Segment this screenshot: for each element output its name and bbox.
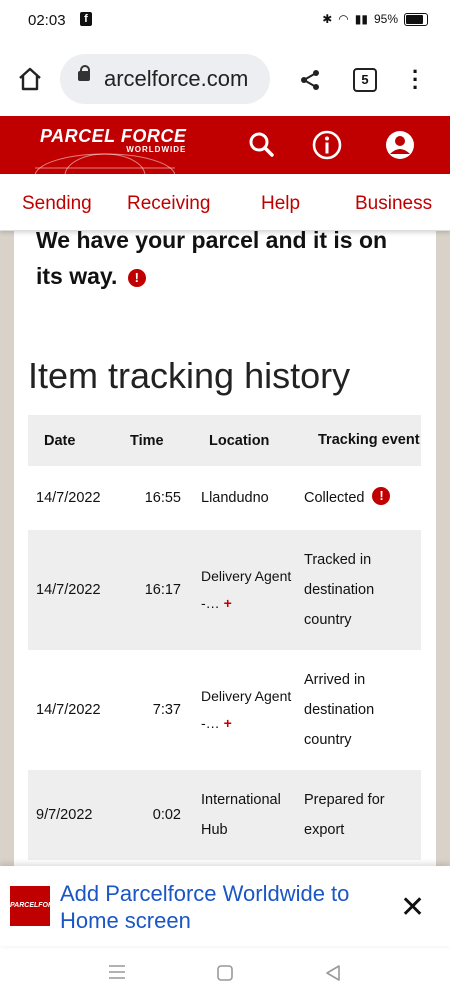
- address-bar[interactable]: arcelforce.com: [60, 54, 270, 104]
- add-to-home-banner[interactable]: PARCELFORCE Add Parcelforce Worldwide to…: [0, 866, 450, 946]
- signal-icon: ▮▮: [354, 12, 368, 26]
- main-nav: Sending Receiving Help Business: [0, 174, 450, 231]
- table-row: 9/7/2022 0:02 International Hub Prepared…: [28, 770, 421, 860]
- bluetooth-icon: ✱: [322, 12, 333, 26]
- warning-icon[interactable]: !: [372, 487, 391, 505]
- browser-toolbar: arcelforce.com 5 · · ·: [0, 44, 450, 116]
- facebook-notification-icon: f: [80, 12, 92, 26]
- battery-icon: [404, 12, 428, 26]
- recents-icon[interactable]: [108, 964, 126, 980]
- lock-icon: [78, 65, 90, 81]
- col-date: Date: [28, 415, 116, 466]
- system-nav-bar: [0, 946, 450, 1000]
- expand-location-icon[interactable]: +: [224, 595, 232, 611]
- parcelforce-logo[interactable]: PARCEL FORCE WORLDWIDE: [40, 126, 186, 154]
- search-icon[interactable]: [245, 128, 279, 162]
- parcelforce-app-icon: PARCELFORCE: [10, 886, 63, 926]
- col-location: Location: [191, 415, 304, 466]
- table-row: 14/7/2022 16:55 Llandudno Collected !: [28, 466, 421, 530]
- home-nav-icon[interactable]: [216, 964, 234, 982]
- share-icon[interactable]: [298, 68, 322, 92]
- tracking-card: We have your parcel and it is on its way…: [14, 230, 436, 870]
- close-icon[interactable]: ✕: [400, 890, 425, 925]
- expand-location-icon[interactable]: +: [224, 715, 232, 731]
- tracking-table: Date Time Location Tracking event 14/7/2…: [28, 415, 421, 860]
- col-time: Time: [116, 415, 191, 466]
- tracking-history-title: Item tracking history: [28, 355, 351, 396]
- status-bar: 02:03 f ✱ ◠ ▮▮ 95%: [0, 0, 450, 44]
- overflow-menu-icon[interactable]: · · ·: [412, 61, 419, 99]
- add-to-home-text[interactable]: Add Parcelforce Worldwide to Home screen: [60, 880, 380, 934]
- status-icons: ✱ ◠ ▮▮ 95%: [322, 12, 428, 26]
- status-message: We have your parcel and it is on its way…: [36, 230, 388, 289]
- back-icon[interactable]: [324, 964, 342, 982]
- info-icon[interactable]: [310, 128, 344, 162]
- site-header: PARCEL FORCE WORLDWIDE: [0, 116, 450, 174]
- table-header: Date Time Location Tracking event: [28, 415, 421, 466]
- nav-business[interactable]: Business: [355, 193, 432, 215]
- warning-icon[interactable]: !: [127, 269, 146, 287]
- nav-help[interactable]: Help: [261, 193, 300, 215]
- table-row: 14/7/2022 7:37 Delivery Agent -… + Arriv…: [28, 650, 421, 770]
- col-tracking-event: Tracking event: [304, 415, 421, 466]
- account-icon[interactable]: [383, 128, 417, 162]
- nav-receiving[interactable]: Receiving: [127, 193, 210, 215]
- nav-sending[interactable]: Sending: [22, 193, 92, 215]
- url-text: arcelforce.com: [104, 66, 249, 91]
- table-row: 14/7/2022 16:17 Delivery Agent -… + Trac…: [28, 530, 421, 650]
- status-time: 02:03: [28, 12, 66, 29]
- wifi-icon: ◠: [338, 12, 349, 26]
- home-icon[interactable]: [17, 66, 43, 92]
- battery-percent: 95%: [373, 12, 398, 26]
- tab-switcher-button[interactable]: 5: [353, 68, 377, 92]
